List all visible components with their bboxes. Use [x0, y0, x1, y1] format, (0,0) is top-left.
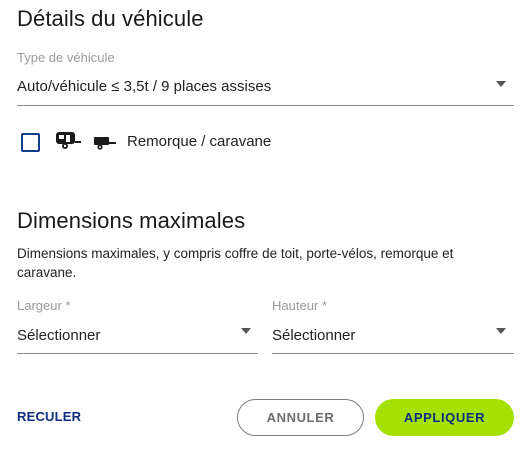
height-select[interactable]: Hauteur * Sélectionner: [272, 296, 514, 354]
vehicle-type-label: Type de véhicule: [17, 50, 115, 65]
width-select[interactable]: Largeur * Sélectionner: [17, 296, 258, 354]
trailer-checkbox[interactable]: [21, 133, 40, 152]
back-button[interactable]: RECULER: [17, 409, 81, 424]
apply-button[interactable]: APPLIQUER: [375, 399, 514, 436]
dimensions-description: Dimensions maximales, y compris coffre d…: [17, 246, 454, 280]
height-label: Hauteur *: [272, 298, 327, 313]
cancel-button[interactable]: ANNULER: [237, 399, 364, 436]
chevron-down-icon: [241, 328, 251, 334]
vehicle-type-value: Auto/véhicule ≤ 3,5t / 9 places assises: [17, 78, 272, 95]
vehicle-details-title: Détails du véhicule: [17, 6, 204, 31]
chevron-down-icon: [496, 81, 506, 87]
height-value: Sélectionner: [272, 327, 356, 344]
trailer-icon: [93, 136, 117, 150]
trailer-option[interactable]: Remorque / caravane: [17, 128, 317, 156]
vehicle-type-underline: [17, 105, 514, 106]
width-label: Largeur *: [17, 298, 71, 313]
height-underline: [272, 353, 514, 354]
caravan-icon: [55, 131, 81, 149]
width-value: Sélectionner: [17, 327, 101, 344]
vehicle-type-select[interactable]: Type de véhicule Auto/véhicule ≤ 3,5t / …: [17, 48, 514, 106]
dimensions-title: Dimensions maximales: [17, 208, 246, 233]
width-underline: [17, 353, 258, 354]
trailer-label: Remorque / caravane: [127, 133, 272, 150]
chevron-down-icon: [496, 328, 506, 334]
